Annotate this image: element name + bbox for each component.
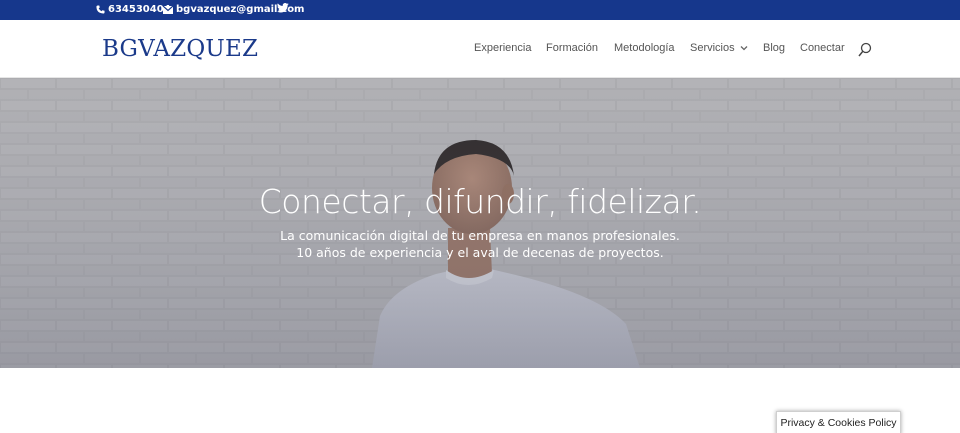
hero-section: Conectar, difundir, fidelizar. La comuni…: [0, 78, 960, 368]
hero-subtitle-line-1: La comunicación digital de tu empresa en…: [280, 228, 680, 243]
site-header: BGVAZQUEZ Experiencia Formación Metodolo…: [0, 20, 960, 78]
twitter-icon: [277, 3, 289, 13]
nav-item-experiencia[interactable]: Experiencia: [474, 42, 531, 54]
twitter-link[interactable]: [277, 3, 289, 13]
envelope-icon: [163, 5, 173, 14]
hero-subtitle-line-2: 10 años de experiencia y el aval de dece…: [296, 245, 664, 260]
search-button[interactable]: [858, 42, 872, 58]
chevron-down-icon: [740, 46, 748, 51]
nav-item-formacion[interactable]: Formación: [546, 42, 598, 54]
nav-item-conectar[interactable]: Conectar: [800, 42, 845, 54]
nav-item-blog[interactable]: Blog: [763, 42, 785, 54]
search-icon: [858, 42, 872, 57]
top-bar: 634530404 bgvazquez@gmail.com: [0, 0, 960, 20]
hero-title: Conectar, difundir, fidelizar.: [258, 182, 702, 221]
privacy-cookies-button[interactable]: Privacy & Cookies Policy: [776, 411, 901, 433]
hero-background-image: [0, 78, 960, 368]
phone-link[interactable]: 634530404: [96, 4, 171, 15]
nav-item-metodologia[interactable]: Metodología: [614, 42, 675, 54]
nav-item-servicios[interactable]: Servicios: [690, 42, 748, 54]
main-nav: Experiencia Formación Metodología Servic…: [0, 42, 960, 62]
phone-icon: [96, 5, 105, 14]
phone-number: 634530404: [108, 4, 171, 15]
